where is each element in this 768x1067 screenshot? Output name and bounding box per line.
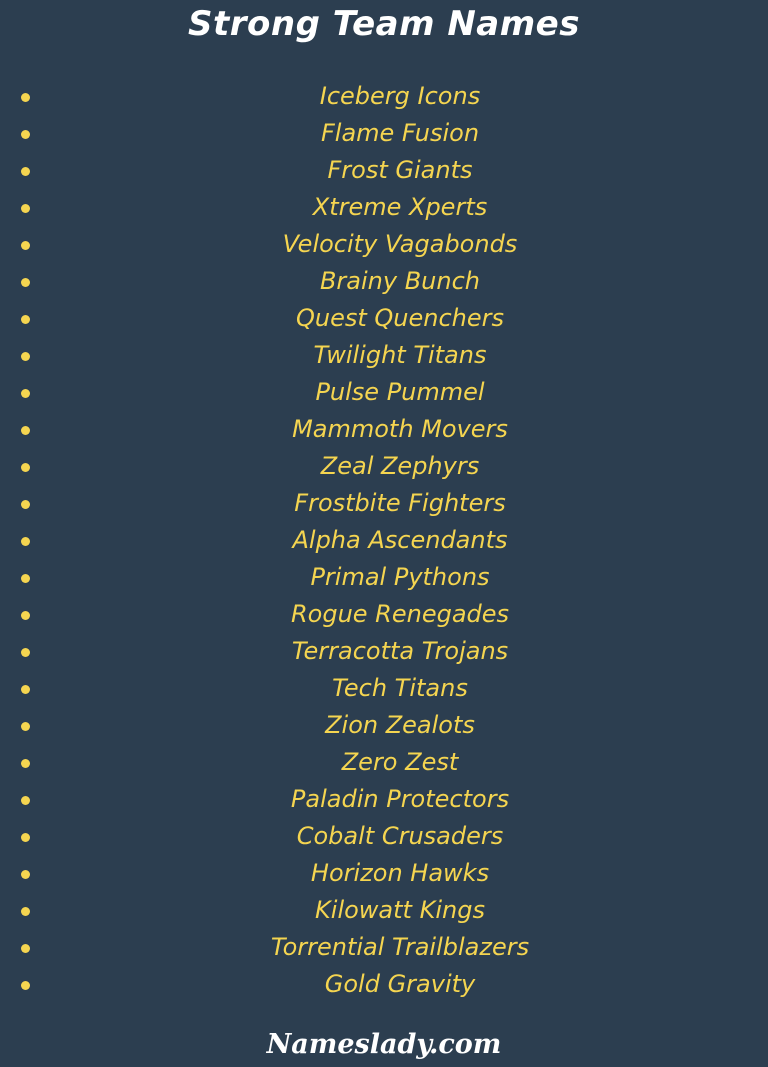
team-name: Cobalt Crusaders: [296, 822, 504, 850]
team-name: Alpha Ascendants: [292, 526, 508, 554]
team-name: Twilight Titans: [313, 341, 487, 369]
list-item: Quest Quenchers: [0, 300, 768, 337]
list-item: Tech Titans: [0, 670, 768, 707]
team-name: Xtreme Xperts: [312, 193, 488, 221]
bullet-icon: [21, 833, 30, 842]
bullet-icon: [21, 167, 30, 176]
list-item: Alpha Ascendants: [0, 522, 768, 559]
list-item: Flame Fusion: [0, 115, 768, 152]
team-name: Quest Quenchers: [295, 304, 505, 332]
bullet-icon: [21, 426, 30, 435]
bullet-icon: [21, 981, 30, 990]
team-name: Mammoth Movers: [292, 415, 508, 443]
list-item: Zeal Zephyrs: [0, 448, 768, 485]
team-name: Velocity Vagabonds: [282, 230, 518, 258]
bullet-icon: [21, 352, 30, 361]
team-name: Zion Zealots: [325, 711, 475, 739]
list-item: Pulse Pummel: [0, 374, 768, 411]
list-item: Velocity Vagabonds: [0, 226, 768, 263]
list-item: Gold Gravity: [0, 966, 768, 1003]
list-item: Zero Zest: [0, 744, 768, 781]
bullet-icon: [21, 130, 30, 139]
bullet-icon: [21, 722, 30, 731]
team-name: Terracotta Trojans: [291, 637, 509, 665]
list-item: Torrential Trailblazers: [0, 929, 768, 966]
bullet-icon: [21, 463, 30, 472]
bullet-icon: [21, 759, 30, 768]
list-item: Kilowatt Kings: [0, 892, 768, 929]
bullet-icon: [21, 944, 30, 953]
list-item: Iceberg Icons: [0, 78, 768, 115]
team-name: Zero Zest: [341, 748, 459, 776]
list-item: Frost Giants: [0, 152, 768, 189]
team-name: Paladin Protectors: [290, 785, 510, 813]
list-item: Rogue Renegades: [0, 596, 768, 633]
list-item: Xtreme Xperts: [0, 189, 768, 226]
team-name: Zeal Zephyrs: [320, 452, 480, 480]
list-item: Mammoth Movers: [0, 411, 768, 448]
bullet-icon: [21, 93, 30, 102]
bullet-icon: [21, 574, 30, 583]
team-name: Flame Fusion: [320, 119, 480, 147]
bullet-icon: [21, 204, 30, 213]
team-name: Rogue Renegades: [290, 600, 510, 628]
team-name: Primal Pythons: [310, 563, 490, 591]
bullet-icon: [21, 389, 30, 398]
bullet-icon: [21, 685, 30, 694]
team-name: Tech Titans: [332, 674, 468, 702]
team-name: Iceberg Icons: [319, 82, 481, 110]
bullet-icon: [21, 870, 30, 879]
list-item: Frostbite Fighters: [0, 485, 768, 522]
team-name: Horizon Hawks: [310, 859, 490, 887]
team-name: Frost Giants: [327, 156, 473, 184]
bullet-icon: [21, 500, 30, 509]
team-name: Gold Gravity: [324, 970, 476, 998]
team-names-list: Iceberg Icons Flame Fusion Frost Giants Xtr…: [0, 78, 768, 1003]
bullet-icon: [21, 648, 30, 657]
list-item: Twilight Titans: [0, 337, 768, 374]
team-name: Brainy Bunch: [319, 267, 481, 295]
bullet-icon: [21, 907, 30, 916]
list-item: Brainy Bunch: [0, 263, 768, 300]
list-item: Horizon Hawks: [0, 855, 768, 892]
bullet-icon: [21, 241, 30, 250]
list-item: Primal Pythons: [0, 559, 768, 596]
list-item: Paladin Protectors: [0, 781, 768, 818]
bullet-icon: [21, 278, 30, 287]
bullet-icon: [21, 537, 30, 546]
team-name: Pulse Pummel: [315, 378, 485, 406]
team-name: Frostbite Fighters: [294, 489, 506, 517]
list-item: Cobalt Crusaders: [0, 818, 768, 855]
bullet-icon: [21, 315, 30, 324]
bullet-icon: [21, 611, 30, 620]
team-name: Torrential Trailblazers: [270, 933, 530, 961]
page-title: Strong Team Names: [188, 4, 580, 44]
list-item: Zion Zealots: [0, 707, 768, 744]
list-item: Terracotta Trojans: [0, 633, 768, 670]
bullet-icon: [21, 796, 30, 805]
site-brand: Nameslady.com: [266, 1029, 502, 1060]
team-name: Kilowatt Kings: [315, 896, 485, 924]
